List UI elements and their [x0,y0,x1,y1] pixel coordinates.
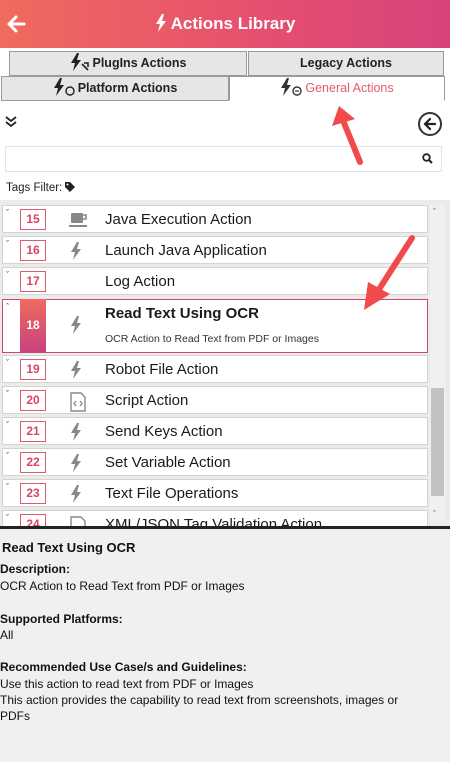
tab-plugins-actions[interactable]: PlugIns Actions [9,51,247,76]
description-heading: Description: [0,562,71,576]
tags-filter-label: Tags Filter: [6,182,63,194]
action-label: Set Variable Action [105,454,231,471]
details-title: Read Text Using OCR [2,540,136,555]
action-number: 22 [20,452,46,473]
tab-label: PlugIns Actions [92,56,187,70]
platform-bolt-icon [53,78,75,96]
bolt-icon [155,14,166,32]
header-title-text: Actions Library [170,14,296,33]
chevron-down-icon[interactable]: ˇ [6,208,9,218]
usecase-line-3: PDFs [0,709,30,723]
action-item[interactable]: ˇ 23 Text File Operations [2,479,428,507]
action-label: XML/JSON Tag Validation Action [105,516,323,526]
action-label: Text File Operations [105,485,239,502]
search-icon[interactable] [422,153,433,164]
chevron-down-icon[interactable]: ˇ [6,513,9,523]
action-item[interactable]: ˇ 24 XML/JSON Tag Validation Action [2,510,428,526]
bolt-icon [71,242,81,260]
action-label: Launch Java Application [105,242,267,259]
back-circle-button[interactable] [418,112,442,136]
tab-label: Platform Actions [77,81,178,95]
script-file-icon [70,392,86,412]
scroll-thumb[interactable] [431,388,444,496]
action-description: OCR Action to Read Text from PDF or Imag… [105,333,319,345]
tab-label: Legacy Actions [300,56,392,70]
action-item[interactable]: ˇ 19 Robot File Action [2,355,428,383]
action-label: Robot File Action [105,361,219,378]
scroll-down-icon[interactable]: ˇ [433,509,436,519]
usecase-line-1: Use this action to read text from PDF or… [0,677,254,691]
general-bolt-icon [281,78,303,96]
bolt-icon [71,454,81,472]
header-title: Actions Library [0,0,450,48]
action-number: 20 [20,390,46,411]
scroll-up-icon[interactable]: ˆ [433,207,436,217]
action-item[interactable]: ˇ 16 Launch Java Application [2,236,428,264]
tag-icon [65,182,76,192]
search-input[interactable] [5,146,442,172]
action-label: Log Action [105,273,176,290]
action-item[interactable]: ˇ 20 Script Action [2,386,428,414]
list-scrollbar[interactable]: ˆ ˇ [430,205,445,521]
arrow-left-icon [423,117,437,131]
action-item[interactable]: ˇ 22 Set Variable Action [2,448,428,476]
tags-filter[interactable]: Tags Filter: [6,182,76,194]
chevron-down-icon[interactable]: ˇ [6,358,9,368]
tab-legacy-actions[interactable]: Legacy Actions [248,51,444,76]
chevron-down-icon[interactable]: ˇ [6,420,9,430]
action-label: Script Action [105,392,189,409]
action-item-expanded[interactable]: ˆ 18 Read Text Using OCR OCR Action to R… [2,299,428,353]
tab-general-actions[interactable]: General Actions [229,76,445,101]
bolt-icon [71,423,81,441]
plugin-bolt-icon [70,53,89,71]
action-number: 23 [20,483,46,504]
action-label: Send Keys Action [105,423,223,440]
platforms-heading: Supported Platforms: [0,612,123,626]
coffee-icon [69,213,87,227]
tab-label: General Actions [305,81,394,95]
chevron-down-icon[interactable]: ˇ [6,451,9,461]
bolt-icon [71,361,81,379]
description-text: OCR Action to Read Text from PDF or Imag… [0,579,245,593]
chevron-down-icon[interactable]: ˇ [6,239,9,249]
collapse-all-icon[interactable] [5,116,17,128]
actions-library-app: Actions Library PlugIns Actions Legacy A… [0,0,450,762]
chevron-down-icon[interactable]: ˇ [6,389,9,399]
chevron-up-icon[interactable]: ˆ [6,302,9,312]
usecase-heading: Recommended Use Case/s and Guidelines: [0,660,247,674]
action-number: 21 [20,421,46,442]
platforms-text: All [0,628,14,642]
tab-platform-actions[interactable]: Platform Actions [1,76,229,101]
file-icon [70,516,86,526]
action-number: 19 [20,359,46,380]
action-number: 15 [20,209,46,230]
action-label: Java Execution Action [105,211,252,228]
action-number: 16 [20,240,46,261]
action-item[interactable]: ˇ 17 Log Action [2,267,428,295]
action-number: 17 [20,271,46,292]
chevron-down-icon[interactable]: ˇ [6,270,9,280]
action-number: 24 [20,514,46,526]
header-bar: Actions Library [0,0,450,48]
actions-list: ˇ 15 Java Execution Action ˇ 16 Launch J… [0,200,450,526]
action-number: 18 [20,299,46,352]
tabs-row-1: PlugIns Actions Legacy Actions [0,51,450,76]
details-panel: Read Text Using OCR Description: OCR Act… [0,529,450,762]
action-item[interactable]: ˇ 21 Send Keys Action [2,417,428,445]
bolt-icon [71,316,81,334]
tabs-row-2: Platform Actions General Actions [0,76,450,101]
bolt-icon [71,485,81,503]
chevron-down-icon[interactable]: ˇ [6,482,9,492]
action-label: Read Text Using OCR [105,305,259,322]
usecase-line-2: This action provides the capability to r… [0,693,399,707]
action-item[interactable]: ˇ 15 Java Execution Action [2,205,428,233]
